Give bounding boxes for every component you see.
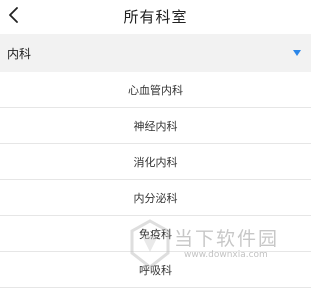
department-item[interactable]: 神经内科: [0, 108, 311, 144]
department-item[interactable]: 免疫科: [0, 216, 311, 252]
header-bar: 所有科室: [0, 0, 311, 34]
department-category-select[interactable]: 内科: [0, 34, 311, 72]
department-item-label: 呼吸科: [139, 263, 172, 277]
department-item-label: 免疫科: [139, 227, 172, 241]
page-title: 所有科室: [123, 8, 188, 26]
department-category-value: 内科: [7, 47, 32, 61]
department-item[interactable]: 心血管内科: [0, 72, 311, 108]
department-item-label: 心血管内科: [128, 83, 183, 97]
triangle-down-icon: [293, 50, 301, 56]
department-list: 心血管内科 神经内科 消化内科 内分泌科 免疫科 呼吸科: [0, 72, 311, 288]
department-item[interactable]: 呼吸科: [0, 252, 311, 288]
department-item-label: 神经内科: [133, 119, 178, 133]
department-item-label: 内分泌科: [133, 191, 178, 205]
department-item[interactable]: 消化内科: [0, 144, 311, 180]
department-item[interactable]: 内分泌科: [0, 180, 311, 216]
department-item-label: 消化内科: [133, 155, 178, 169]
